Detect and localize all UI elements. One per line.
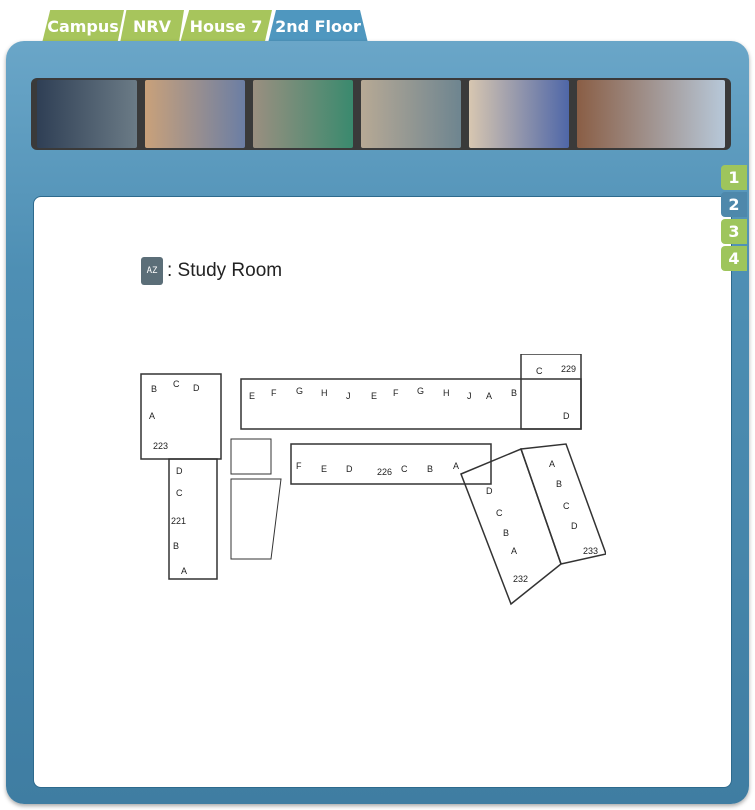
room-label: A xyxy=(486,391,492,401)
floor-plan-svg: B C DA223DC221BAE F G H J E F G H J A BC 229DF E D 226 C B A… xyxy=(140,353,607,606)
room-label: G xyxy=(296,386,303,396)
floor-tab-1[interactable]: 1 xyxy=(721,165,747,190)
room-label: B xyxy=(173,541,179,551)
room-label: A xyxy=(549,459,555,469)
room-label: C xyxy=(563,501,570,511)
building-exterior-photo[interactable] xyxy=(577,80,725,148)
study-room-icon: AZ xyxy=(141,257,163,285)
room-label: C xyxy=(536,366,543,376)
room-label: 229 xyxy=(561,364,576,374)
tab-2nd-floor[interactable]: 2nd Floor xyxy=(268,10,368,43)
room-label: C xyxy=(401,464,408,474)
room-label: D xyxy=(486,486,493,496)
room-label: H xyxy=(321,388,328,398)
floor-tab-4[interactable]: 4 xyxy=(721,246,747,271)
floor-tabs: 1 2 3 4 xyxy=(721,165,747,271)
room-label: 232 xyxy=(513,574,528,584)
room-label: B xyxy=(503,528,509,538)
legend: AZ : Study Room xyxy=(141,257,282,285)
room-label: G xyxy=(417,386,424,396)
room-label: D xyxy=(346,464,353,474)
room-label: F xyxy=(296,461,302,471)
legend-label: : Study Room xyxy=(167,260,283,281)
room-label: A xyxy=(511,546,517,556)
floor-tab-2[interactable]: 2 xyxy=(721,192,747,217)
breadcrumb: Campus NRV House 7 2nd Floor xyxy=(42,10,382,43)
room-label: D xyxy=(571,521,578,531)
room-label: E xyxy=(249,391,255,401)
lounge-photo[interactable] xyxy=(469,80,569,148)
room-label: C xyxy=(176,488,183,498)
room-label: B xyxy=(427,464,433,474)
room-label: A xyxy=(181,566,187,576)
room-label: B xyxy=(511,388,517,398)
lobby-photo[interactable] xyxy=(37,80,137,148)
room-label: E xyxy=(371,391,377,401)
room-label: D xyxy=(193,383,200,393)
room-label: 221 xyxy=(171,516,186,526)
room-label: C xyxy=(496,508,503,518)
room-label: 226 xyxy=(377,467,392,477)
room-label: D xyxy=(563,411,570,421)
floor-plan-panel: AZ : Study Room B C D A 223 D C 221 B A … xyxy=(33,196,732,788)
room-label: F xyxy=(271,388,277,398)
bedroom-photo[interactable] xyxy=(145,80,245,148)
pool-room-photo[interactable] xyxy=(253,80,353,148)
room-label: B xyxy=(151,384,157,394)
room-label: F xyxy=(393,388,399,398)
photo-strip xyxy=(31,78,731,150)
room-label: A xyxy=(149,411,155,421)
room-label: J xyxy=(467,391,472,401)
tab-nrv[interactable]: NRV xyxy=(120,10,184,43)
room-label: C xyxy=(173,379,180,389)
tab-campus[interactable]: Campus xyxy=(42,10,124,43)
room-label: A xyxy=(453,461,459,471)
room-label: J xyxy=(346,391,351,401)
room-label: B xyxy=(556,479,562,489)
room-label: 223 xyxy=(153,441,168,451)
room-label: E xyxy=(321,464,327,474)
floor-plan[interactable]: B C D A 223 D C 221 B A E F G H J E F G H J A B C 229 D F E D 226 C B A… xyxy=(131,353,607,619)
tab-house-7[interactable]: House 7 xyxy=(180,10,272,43)
room-label: 233 xyxy=(583,546,598,556)
room-label: D xyxy=(176,466,183,476)
room-label: H xyxy=(443,388,450,398)
common-room-photo[interactable] xyxy=(361,80,461,148)
floor-tab-3[interactable]: 3 xyxy=(721,219,747,244)
main-frame: AZ : Study Room B C D A 223 D C 221 B A … xyxy=(6,41,749,804)
